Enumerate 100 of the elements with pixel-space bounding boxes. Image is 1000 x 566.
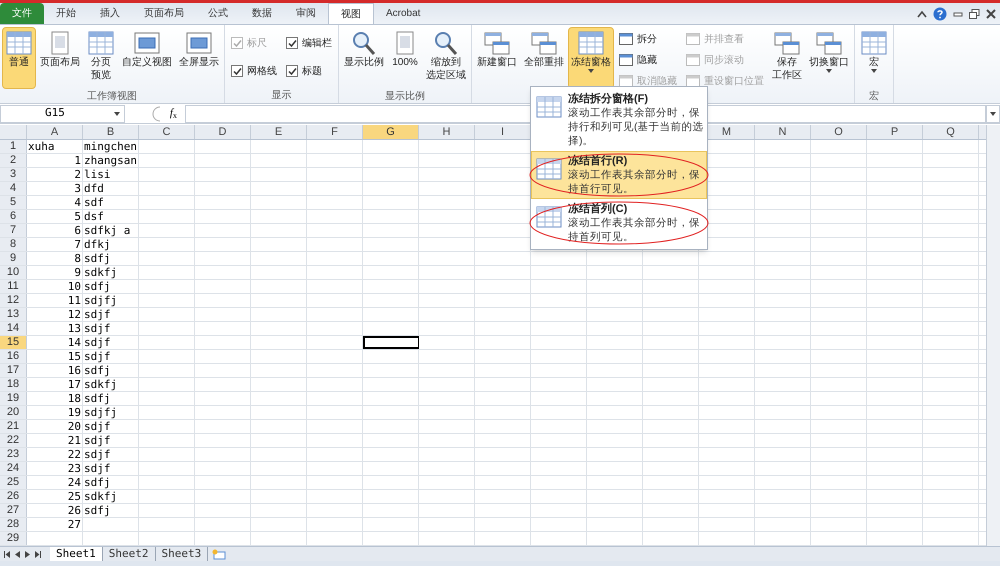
row-header[interactable]: 16 [0, 350, 27, 363]
collapse-icon[interactable] [917, 10, 927, 18]
row-header[interactable]: 19 [0, 392, 27, 405]
table-cell: 3 [27, 182, 83, 195]
column-header[interactable]: H [419, 125, 475, 139]
row-header[interactable]: 23 [0, 448, 27, 461]
row-header[interactable]: 11 [0, 280, 27, 293]
row-header[interactable]: 14 [0, 322, 27, 335]
row-header[interactable]: 22 [0, 434, 27, 447]
ribbon-button[interactable]: 普通 [2, 27, 36, 89]
ribbon-button[interactable]: 切换窗口 [806, 27, 852, 89]
checkbox[interactable]: 标题 [286, 60, 332, 82]
ribbon-tab[interactable]: 页面布局 [132, 3, 196, 24]
row-header[interactable]: 13 [0, 308, 27, 321]
ribbon-button[interactable]: 新建窗口 [474, 27, 520, 89]
column-header[interactable]: G [363, 125, 419, 139]
row-header[interactable]: 1 [0, 140, 27, 153]
row-header[interactable]: 3 [0, 168, 27, 181]
group-label: 工作簿视图 [87, 90, 137, 104]
sheet-tab[interactable]: Sheet1 [50, 547, 103, 561]
checkbox[interactable]: 网格线 [231, 60, 277, 82]
ribbon-button[interactable]: 100% [388, 27, 422, 89]
row-header[interactable]: 27 [0, 504, 27, 517]
vertical-scrollbar[interactable] [986, 125, 1000, 546]
row-header[interactable]: 26 [0, 490, 27, 503]
row-header[interactable]: 2 [0, 154, 27, 167]
column-header[interactable]: C [139, 125, 195, 139]
grid-icon [536, 96, 562, 118]
name-box[interactable]: G15 [0, 104, 125, 122]
table-cell: dfkj [83, 238, 139, 251]
table-cell: sdfj [83, 252, 139, 265]
ribbon-button[interactable]: 冻结窗格 [568, 27, 614, 89]
checkbox[interactable]: 编辑栏 [286, 32, 332, 54]
ribbon-button[interactable]: 页面布局 [37, 27, 83, 89]
table-cell: sdjf [83, 462, 139, 475]
ribbon-tab[interactable]: 开始 [44, 3, 88, 24]
restore-icon[interactable] [969, 9, 980, 19]
ribbon-tab[interactable]: 插入 [88, 3, 132, 24]
ribbon-tab[interactable]: 视图 [328, 3, 374, 24]
ribbon-button[interactable]: 宏 [857, 27, 891, 89]
table-cell: sdfj [83, 504, 139, 517]
ribbon-button[interactable]: 缩放到 选定区域 [423, 27, 469, 89]
ribbon-button[interactable]: 显示比例 [341, 27, 387, 89]
row-header[interactable]: 5 [0, 196, 27, 209]
row-header[interactable]: 6 [0, 210, 27, 223]
last-sheet-icon[interactable] [35, 550, 41, 558]
table-cell: dfd [83, 182, 139, 195]
table-cell: 14 [27, 336, 83, 349]
table-cell: 17 [27, 378, 83, 391]
column-header[interactable]: N [755, 125, 811, 139]
ribbon-button[interactable]: 自定义视图 [119, 27, 175, 89]
row-header[interactable]: 28 [0, 518, 27, 531]
row-header[interactable]: 25 [0, 476, 27, 489]
column-header[interactable]: E [251, 125, 307, 139]
column-header[interactable]: B [83, 125, 139, 139]
column-header[interactable]: Q [923, 125, 979, 139]
table-cell: sdjf [83, 434, 139, 447]
ribbon-button[interactable]: 保存 工作区 [769, 27, 805, 89]
row-header[interactable]: 15 [0, 336, 27, 349]
row-header[interactable]: 18 [0, 378, 27, 391]
ribbon-tab[interactable]: 文件 [0, 3, 44, 24]
ribbon-tab[interactable]: 公式 [196, 3, 240, 24]
ribbon-button[interactable]: 隐藏 [619, 51, 677, 69]
ribbon-button[interactable]: 全屏显示 [176, 27, 222, 89]
help-icon[interactable] [933, 7, 947, 21]
check-icon [232, 38, 242, 48]
column-header[interactable]: D [195, 125, 251, 139]
column-header[interactable]: P [867, 125, 923, 139]
previous-sheet-icon[interactable] [15, 550, 20, 558]
row-header[interactable]: 12 [0, 294, 27, 307]
column-header[interactable]: A [27, 125, 83, 139]
row-header[interactable]: 7 [0, 224, 27, 237]
row-header[interactable]: 10 [0, 266, 27, 279]
ribbon-tab[interactable]: Acrobat [374, 3, 432, 24]
expand-button[interactable] [986, 104, 1000, 122]
close-icon[interactable] [986, 9, 996, 19]
row-header[interactable]: 21 [0, 420, 27, 433]
row-header[interactable]: 8 [0, 238, 27, 251]
ribbon-button[interactable]: 分页 预览 [84, 27, 118, 89]
table-cell: 10 [27, 280, 83, 293]
row-header[interactable]: 20 [0, 406, 27, 419]
row-header[interactable]: 17 [0, 364, 27, 377]
ribbon-tab[interactable]: 审阅 [284, 3, 328, 24]
row-header[interactable]: 4 [0, 182, 27, 195]
insert-function-button[interactable]: f$_{x}$ [170, 105, 177, 122]
table-cell: 1 [27, 154, 83, 167]
insert-sheet-icon[interactable] [212, 548, 226, 560]
row-header[interactable]: 9 [0, 252, 27, 265]
grid-icon [860, 30, 888, 56]
selected-cell[interactable] [363, 336, 419, 349]
ribbon-button[interactable]: 拆分 [619, 30, 677, 48]
caret-icon [588, 69, 594, 73]
next-sheet-icon[interactable] [25, 550, 30, 558]
first-sheet-icon[interactable] [4, 550, 10, 558]
check-icon [288, 66, 296, 76]
row-header[interactable]: 24 [0, 462, 27, 475]
column-header[interactable]: O [811, 125, 867, 139]
row-header[interactable]: 29 [0, 532, 27, 545]
table-cell: sdjf [83, 350, 139, 363]
ribbon-tab[interactable]: 数据 [240, 3, 284, 24]
